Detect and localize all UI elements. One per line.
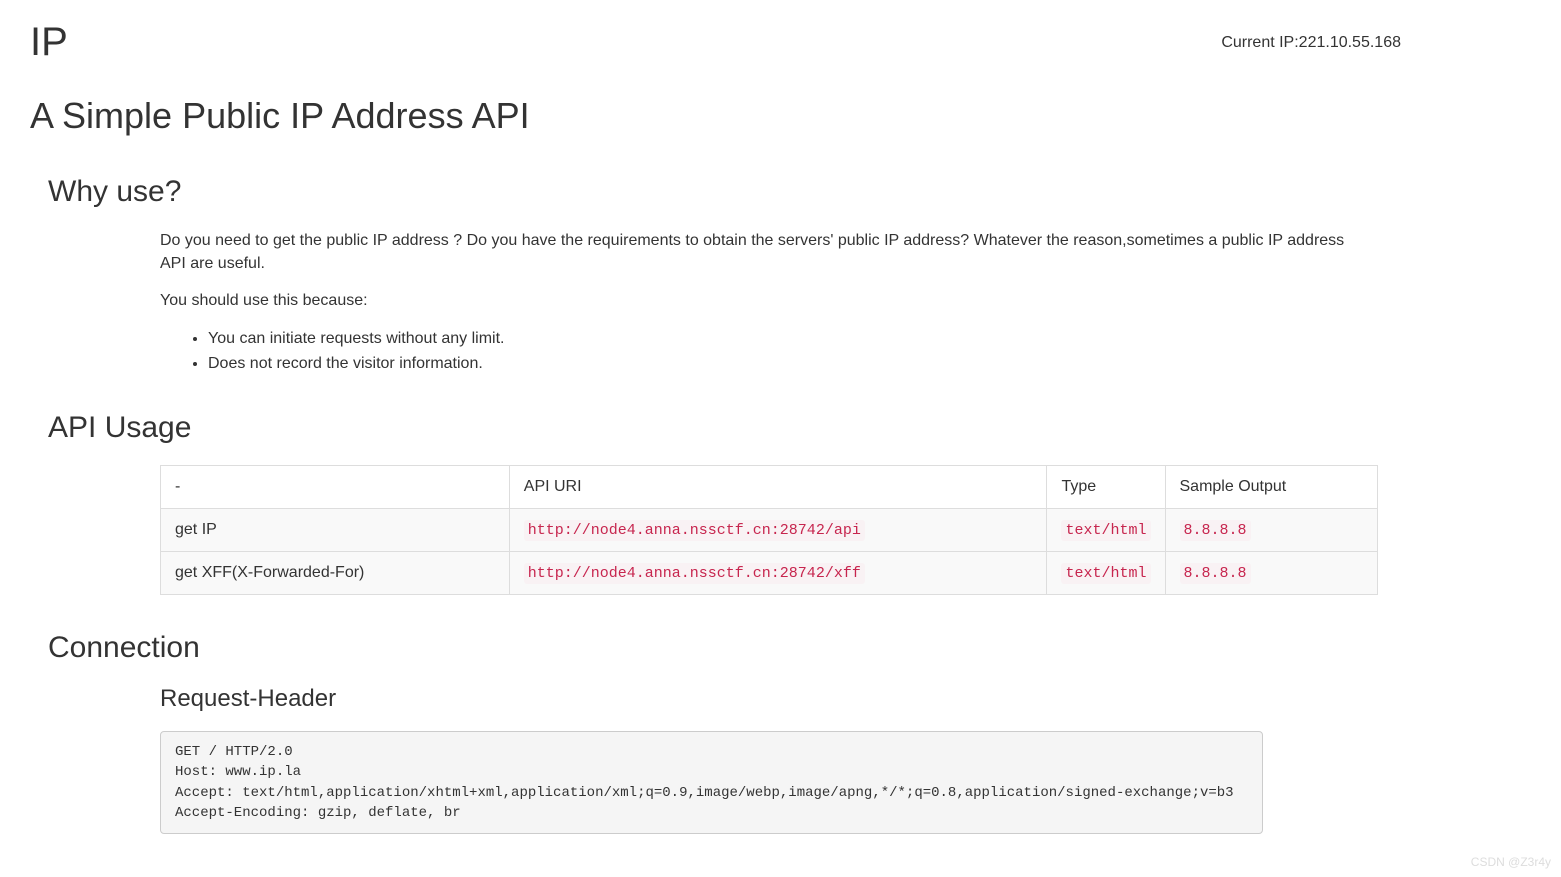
why-bullets: You can initiate requests without any li… <box>200 327 1531 375</box>
why-para-2: You should use this because: <box>160 289 1371 312</box>
header-row: IP Current IP:221.10.55.168 <box>30 20 1531 65</box>
watermark: CSDN @Z3r4y <box>1471 855 1551 869</box>
table-header-row: - API URI Type Sample Output <box>161 465 1378 508</box>
col-type: Type <box>1047 465 1165 508</box>
request-header-block: GET / HTTP/2.0 Host: www.ip.la Accept: t… <box>160 731 1263 834</box>
table-row: get IP http://node4.anna.nssctf.cn:28742… <box>161 508 1378 551</box>
current-ip-display: Current IP:221.10.55.168 <box>1221 34 1531 52</box>
api-row-name: get IP <box>161 508 510 551</box>
api-row-uri-cell: http://node4.anna.nssctf.cn:28742/api <box>509 508 1047 551</box>
api-type-code: text/html <box>1061 563 1150 584</box>
api-row-uri-cell: http://node4.anna.nssctf.cn:28742/xff <box>509 551 1047 594</box>
api-row-sample-cell: 8.8.8.8 <box>1165 508 1378 551</box>
page-title: IP <box>30 20 68 65</box>
list-item: Does not record the visitor information. <box>208 352 1531 375</box>
api-sample-code: 8.8.8.8 <box>1180 520 1251 541</box>
col-uri: API URI <box>509 465 1047 508</box>
subtitle: A Simple Public IP Address API <box>30 95 1531 137</box>
col-dash: - <box>161 465 510 508</box>
api-uri-code: http://node4.anna.nssctf.cn:28742/api <box>524 520 865 541</box>
api-table: - API URI Type Sample Output get IP http… <box>160 465 1378 595</box>
current-ip-value: 221.10.55.168 <box>1299 34 1401 51</box>
api-sample-code: 8.8.8.8 <box>1180 563 1251 584</box>
api-usage-heading: API Usage <box>48 411 1531 445</box>
request-header-heading: Request-Header <box>160 685 1531 713</box>
api-uri-code: http://node4.anna.nssctf.cn:28742/xff <box>524 563 865 584</box>
why-heading: Why use? <box>48 175 1531 209</box>
api-row-type-cell: text/html <box>1047 551 1165 594</box>
col-sample: Sample Output <box>1165 465 1378 508</box>
list-item: You can initiate requests without any li… <box>208 327 1531 350</box>
api-row-name: get XFF(X-Forwarded-For) <box>161 551 510 594</box>
connection-heading: Connection <box>48 631 1531 665</box>
api-row-type-cell: text/html <box>1047 508 1165 551</box>
api-row-sample-cell: 8.8.8.8 <box>1165 551 1378 594</box>
why-para-1: Do you need to get the public IP address… <box>160 229 1371 275</box>
current-ip-label: Current IP: <box>1221 34 1298 51</box>
api-type-code: text/html <box>1061 520 1150 541</box>
table-row: get XFF(X-Forwarded-For) http://node4.an… <box>161 551 1378 594</box>
